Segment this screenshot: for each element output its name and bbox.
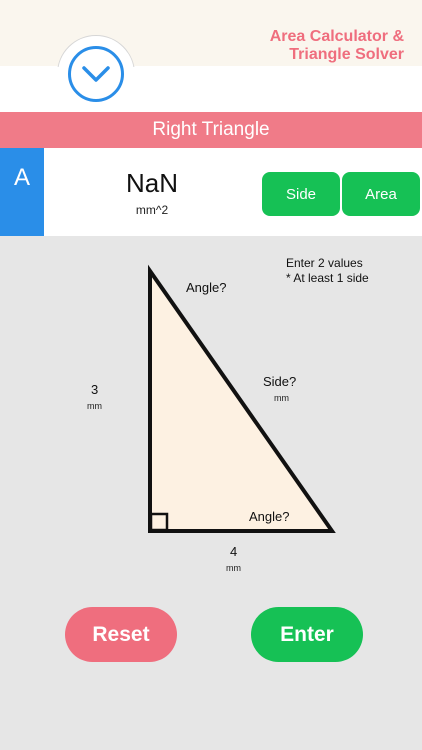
- brand-line-2: Triangle Solver: [289, 46, 404, 63]
- hypotenuse-input[interactable]: Side?: [263, 374, 296, 389]
- bottom-side-input[interactable]: 4: [230, 544, 237, 559]
- triangle-shape: [148, 264, 336, 533]
- result-unit: mm^2: [135, 203, 169, 217]
- brand-line-1: Area Calculator &: [269, 28, 404, 45]
- bottom-side-unit: mm: [226, 563, 241, 573]
- top-angle-input[interactable]: Angle?: [186, 280, 226, 295]
- app-brand: Area Calculator & Triangle Solver: [270, 28, 404, 64]
- side-mode-button[interactable]: Side: [262, 172, 340, 216]
- left-side-unit: mm: [87, 401, 102, 411]
- area-mode-button[interactable]: Area: [342, 172, 420, 216]
- page-title: Right Triangle: [0, 112, 422, 148]
- reset-button[interactable]: Reset: [65, 607, 177, 662]
- enter-button[interactable]: Enter: [251, 607, 363, 662]
- bottom-angle-input[interactable]: Angle?: [249, 509, 289, 524]
- result-row: A NaN mm^2 Side Area: [0, 148, 422, 236]
- result-letter-badge: A: [0, 148, 44, 236]
- left-side-input[interactable]: 3: [91, 382, 98, 397]
- chevron-down-icon: [82, 66, 110, 82]
- menu-toggle-button[interactable]: [68, 46, 124, 102]
- result-value: NaN: [125, 168, 178, 198]
- hypotenuse-unit: mm: [274, 393, 289, 403]
